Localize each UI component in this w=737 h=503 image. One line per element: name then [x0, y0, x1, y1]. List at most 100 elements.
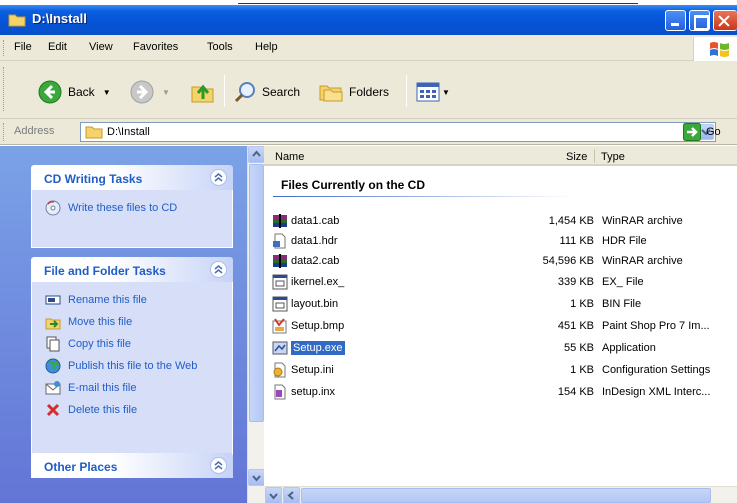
menu-view[interactable]: View: [89, 41, 113, 53]
file-row[interactable]: Setup.bmp 451 KB Paint Shop Pro 7 Im...: [264, 317, 737, 335]
publish-file-web-link[interactable]: Publish this file to the Web: [32, 356, 232, 378]
globe-icon: [45, 358, 61, 374]
file-row-selected[interactable]: Setup.exe 55 KB Application: [264, 339, 737, 357]
folders-button[interactable]: Folders: [318, 80, 389, 104]
file-row[interactable]: Setup.ini 1 KB Configuration Settings: [264, 361, 737, 379]
cd-burn-icon: [45, 200, 61, 216]
move-icon: [45, 318, 61, 330]
column-divider[interactable]: [594, 149, 595, 163]
scroll-down-button[interactable]: [265, 487, 282, 503]
menu-tools[interactable]: Tools: [207, 41, 233, 53]
file-row[interactable]: setup.inx 154 KB InDesign XML Interc...: [264, 383, 737, 401]
horizontal-scrollbar[interactable]: [264, 486, 737, 503]
minimize-button[interactable]: [665, 10, 686, 31]
go-button[interactable]: Go: [683, 123, 721, 141]
settings-file-icon: [273, 362, 286, 378]
rename-file-link[interactable]: Rename this file: [32, 290, 232, 312]
back-dropdown-icon[interactable]: ▼: [103, 88, 111, 97]
column-header: Name Size Type: [264, 146, 737, 166]
file-name: data2.cab: [291, 255, 340, 267]
forward-button[interactable]: ▼: [130, 80, 170, 104]
column-size-header[interactable]: Size: [566, 151, 587, 163]
file-name: Setup.ini: [291, 364, 334, 376]
back-button[interactable]: Back ▼: [38, 80, 111, 104]
other-places-header[interactable]: Other Places: [31, 453, 233, 478]
file-size: 1 KB: [570, 298, 594, 310]
scroll-thumb[interactable]: [249, 164, 264, 422]
scroll-left-button[interactable]: [283, 487, 300, 503]
file-folder-tasks-panel: File and Folder Tasks Rename this file M…: [31, 257, 233, 460]
rename-file-label: Rename this file: [68, 294, 147, 306]
file-size: 111 KB: [559, 235, 594, 247]
file-name: layout.bin: [291, 298, 339, 310]
file-size: 339 KB: [557, 276, 594, 288]
collapse-chevron-icon[interactable]: [210, 261, 227, 278]
windows-flag-icon: [710, 42, 729, 57]
back-arrow-icon: [38, 80, 62, 104]
app-icon: [272, 341, 288, 355]
winrar-icon: [273, 214, 287, 228]
cd-writing-tasks-header[interactable]: CD Writing Tasks: [31, 165, 233, 190]
file-row[interactable]: data2.cab 54,596 KB WinRAR archive: [264, 252, 737, 270]
address-label: Address: [14, 125, 55, 137]
standard-toolbar: Back ▼ ▼ Search Folders ▼: [0, 61, 737, 119]
file-row[interactable]: data1.hdr 111 KB HDR File: [264, 232, 737, 250]
file-size: 451 KB: [557, 320, 594, 332]
menu-favorites[interactable]: Favorites: [133, 41, 178, 53]
scroll-up-button[interactable]: [248, 146, 265, 163]
collapse-chevron-icon[interactable]: [210, 457, 227, 474]
file-name: data1.cab: [291, 215, 340, 227]
file-type: HDR File: [602, 235, 647, 247]
folder-icon: [85, 126, 103, 139]
address-bar: Address D:\Install Go: [0, 119, 737, 145]
views-dropdown-icon[interactable]: ▼: [442, 88, 450, 97]
search-label: Search: [262, 85, 301, 99]
up-folder-button[interactable]: [190, 79, 216, 105]
copy-file-link[interactable]: Copy this file: [32, 334, 232, 356]
email-file-link[interactable]: E-mail this file: [32, 378, 232, 400]
task-pane: CD Writing Tasks Write these files to CD…: [0, 146, 247, 503]
collapse-chevron-icon[interactable]: [210, 169, 227, 186]
file-type: EX_ File: [602, 276, 644, 288]
other-places-panel: Other Places: [31, 453, 233, 478]
column-name-header[interactable]: Name: [275, 151, 304, 163]
forward-dropdown-icon[interactable]: ▼: [162, 88, 170, 97]
search-icon: [234, 82, 255, 103]
task-pane-scrollbar[interactable]: [247, 146, 265, 503]
inx-file-icon: [274, 384, 286, 400]
forward-arrow-icon: [130, 80, 154, 104]
folder-icon: [8, 14, 26, 27]
file-size: 1,454 KB: [548, 215, 594, 227]
image-file-icon: [272, 318, 287, 334]
group-title: Files Currently on the CD: [281, 178, 426, 192]
menu-file[interactable]: File: [14, 41, 32, 53]
file-name: Setup.exe: [291, 341, 345, 355]
menu-help[interactable]: Help: [255, 41, 278, 53]
file-row[interactable]: ikernel.ex_ 339 KB EX_ File: [264, 273, 737, 291]
column-type-header[interactable]: Type: [601, 151, 625, 163]
file-folder-tasks-title: File and Folder Tasks: [44, 264, 166, 278]
search-button[interactable]: Search: [233, 80, 300, 104]
menu-edit[interactable]: Edit: [48, 41, 67, 53]
move-file-link[interactable]: Move this file: [32, 312, 232, 334]
views-button[interactable]: ▼: [416, 82, 450, 102]
chevron-down-icon: [252, 475, 261, 482]
horizontal-scroll-thumb[interactable]: [301, 488, 711, 503]
scroll-down-button[interactable]: [248, 469, 265, 486]
file-size: 55 KB: [564, 342, 594, 354]
maximize-button[interactable]: [689, 10, 710, 31]
file-folder-tasks-header[interactable]: File and Folder Tasks: [31, 257, 233, 282]
file-type: WinRAR archive: [602, 255, 683, 267]
write-files-to-cd-link[interactable]: Write these files to CD: [32, 198, 232, 220]
up-folder-icon: [191, 84, 214, 103]
delete-file-link[interactable]: Delete this file: [32, 400, 232, 422]
title-bar[interactable]: D:\Install: [0, 5, 737, 35]
file-row[interactable]: data1.cab 1,454 KB WinRAR archive: [264, 212, 737, 230]
email-icon: [45, 381, 61, 395]
window-file-icon: [272, 296, 288, 312]
toolbar-separator-2: [406, 75, 407, 107]
file-row[interactable]: layout.bin 1 KB BIN File: [264, 295, 737, 313]
address-input[interactable]: D:\Install: [80, 122, 716, 142]
close-button[interactable]: [713, 10, 737, 31]
menu-bar: File Edit View Favorites Tools Help: [0, 35, 737, 61]
